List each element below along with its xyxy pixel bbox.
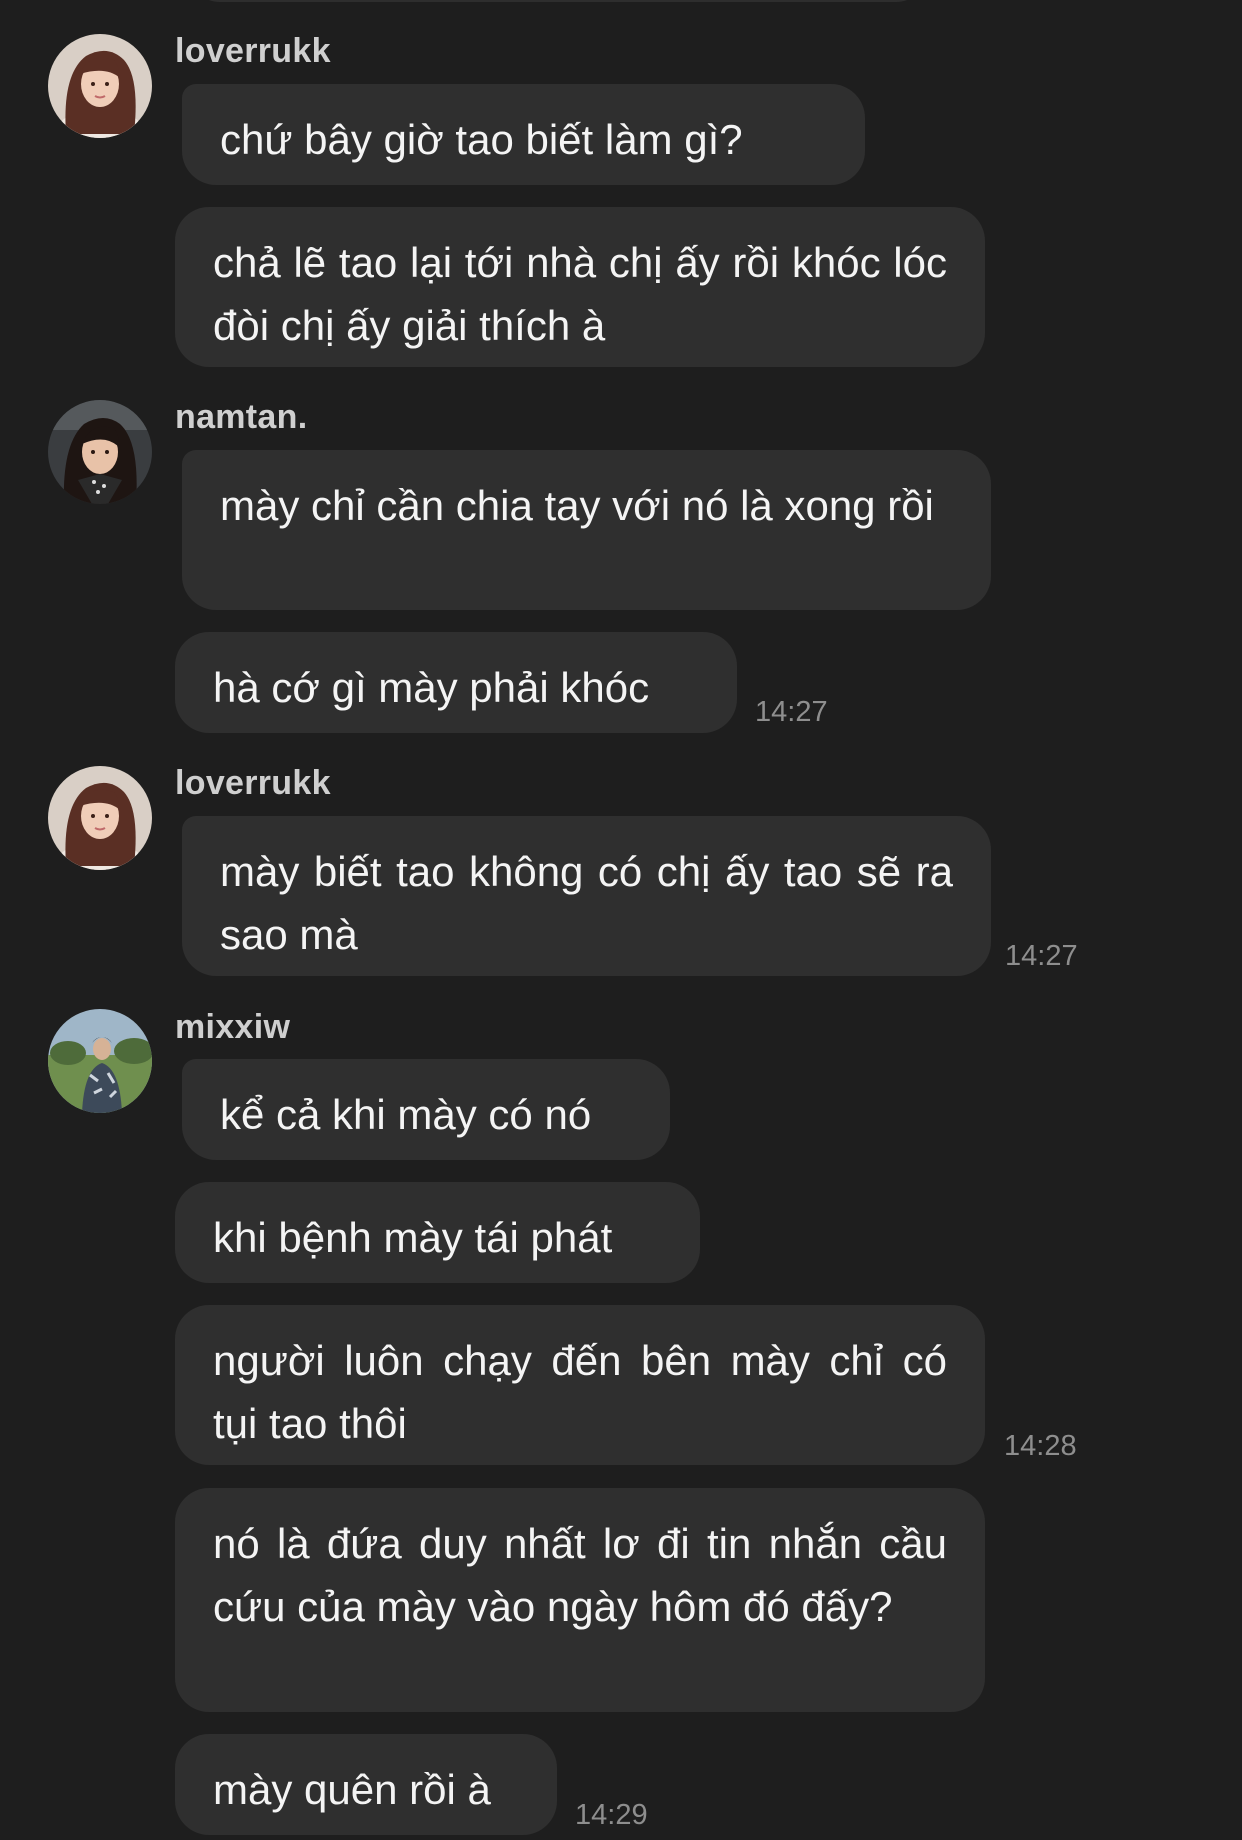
sender-name: loverrukk [175,764,331,802]
previous-message-bubble-edge [188,0,928,2]
sender-name: mixxiw [175,1008,291,1046]
message-bubble[interactable]: chứ bây giờ tao biết làm gì? [182,84,865,185]
avatar-photo-icon [48,1009,152,1113]
avatar-photo-icon [48,766,152,870]
avatar-mixxiw[interactable] [48,1009,152,1113]
sender-name: namtan. [175,398,308,436]
message-bubble[interactable]: khi bệnh mày tái phát [175,1182,700,1283]
sender-name: loverrukk [175,32,331,70]
message-bubble[interactable]: người luôn chạy đến bên mày chỉ có tụi t… [175,1305,985,1465]
message-bubble[interactable]: hà cớ gì mày phải khóc [175,632,737,733]
avatar-photo-icon [48,400,152,504]
message-timestamp: 14:28 [1004,1430,1077,1462]
message-bubble[interactable]: chả lẽ tao lại tới nhà chị ấy rồi khóc l… [175,207,985,367]
message-bubble[interactable]: kể cả khi mày có nó [182,1059,670,1160]
avatar-namtan[interactable] [48,400,152,504]
avatar-loverrukk[interactable] [48,766,152,870]
message-timestamp: 14:27 [755,696,828,728]
message-bubble[interactable]: nó là đứa duy nhất lơ đi tin nhắn cầu cứ… [175,1488,985,1712]
message-bubble[interactable]: mày quên rồi à [175,1734,557,1835]
message-timestamp: 14:29 [575,1799,648,1831]
message-bubble[interactable]: mày chỉ cần chia tay với nó là xong rồi [182,450,991,610]
avatar-photo-icon [48,34,152,138]
message-timestamp: 14:27 [1005,940,1078,972]
message-bubble[interactable]: mày biết tao không có chị ấy tao sẽ ra s… [182,816,991,976]
avatar-loverrukk[interactable] [48,34,152,138]
